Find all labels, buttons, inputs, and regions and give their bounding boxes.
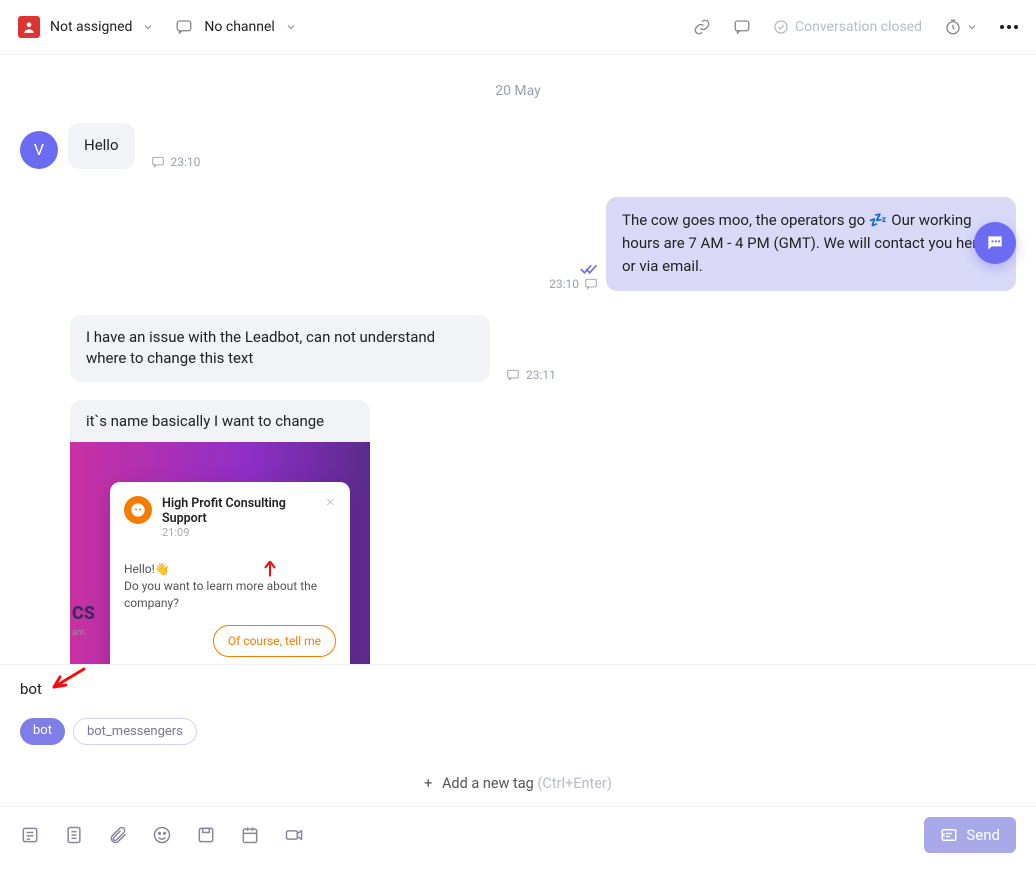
bot-avatar-icon: [124, 496, 152, 524]
tag-suggestion[interactable]: bot_messengers: [73, 718, 197, 745]
closed-label: Conversation closed: [795, 19, 922, 35]
chat-area: 20 May V Hello 23:10 23:10 The cow goes …: [0, 55, 1036, 665]
widget-body: Hello!👋 Do you want to learn more about …: [124, 561, 336, 611]
plus-icon: +: [424, 775, 432, 792]
add-tag-label: Add a new tag: [442, 775, 534, 792]
send-button[interactable]: Send: [924, 817, 1016, 853]
article-icon[interactable]: [64, 825, 84, 845]
widget-title: High Profit Consulting Support: [162, 496, 315, 526]
message-time: 23:11: [526, 368, 556, 382]
add-tag-row[interactable]: + Add a new tag (Ctrl+Enter): [0, 753, 1036, 807]
close-icon: [325, 496, 336, 508]
send-label: Send: [966, 826, 1000, 844]
assignee-icon: [18, 16, 40, 38]
message-bubble: it`s name basically I want to change: [70, 400, 370, 442]
snooze-dropdown[interactable]: [944, 18, 978, 36]
tag-input[interactable]: [20, 680, 1016, 698]
message-row: V Hello 23:10: [20, 123, 1016, 169]
clock-icon: [944, 18, 962, 36]
video-icon[interactable]: [284, 825, 304, 845]
comment-icon: [151, 155, 165, 169]
message-meta: 23:10: [151, 155, 201, 169]
assignee-label: Not assigned: [50, 19, 132, 35]
message-bubble: Hello: [68, 123, 135, 169]
composer: Send: [0, 807, 1036, 863]
chat-icon[interactable]: [733, 18, 751, 36]
logo-fragment: CSarn: [72, 606, 95, 638]
note-icon[interactable]: [20, 825, 40, 845]
read-checks-icon: [580, 263, 598, 275]
outgoing-meta: 23:10: [549, 263, 598, 291]
template-icon[interactable]: [196, 825, 216, 845]
widget-button: Of course, tell me: [213, 625, 336, 657]
attachment-icon[interactable]: [108, 825, 128, 845]
assignee-dropdown[interactable]: Not assigned: [18, 16, 154, 38]
annotation-arrow-icon: [260, 558, 280, 578]
message-with-attachment: it`s name basically I want to change CSa…: [70, 400, 1016, 665]
topbar: Not assigned No channel Conversation clo…: [0, 0, 1036, 55]
chat-fab[interactable]: [974, 222, 1016, 264]
outgoing-time: 23:10: [549, 277, 579, 291]
channel-icon: [174, 18, 194, 36]
widget-time: 21:09: [162, 526, 315, 539]
calendar-icon[interactable]: [240, 825, 260, 845]
chat-widget-preview: High Profit Consulting Support 21:09 Hel…: [110, 482, 350, 665]
attached-image[interactable]: CSarn High Profit Consulting Support 21:…: [70, 442, 370, 665]
message-time: 23:10: [171, 155, 201, 169]
channel-label: No channel: [204, 19, 274, 35]
tag-suggestion-selected[interactable]: bot: [20, 718, 65, 745]
link-icon[interactable]: [693, 18, 711, 36]
date-separator: 20 May: [20, 55, 1016, 123]
chevron-down-icon: [142, 21, 154, 33]
chat-bubble-icon: [985, 233, 1005, 253]
check-circle-icon: [773, 19, 789, 35]
emoji-icon[interactable]: [152, 825, 172, 845]
comment-icon: [584, 277, 598, 291]
add-tag-hint: (Ctrl+Enter): [537, 775, 611, 792]
outgoing-row: 23:10 The cow goes moo, the operators go…: [20, 197, 1016, 291]
more-menu[interactable]: [1000, 25, 1018, 29]
chevron-down-icon: [966, 21, 978, 33]
outgoing-bubble: The cow goes moo, the operators go 💤 Our…: [606, 197, 1016, 291]
send-icon: [940, 826, 958, 844]
conversation-closed[interactable]: Conversation closed: [773, 19, 922, 35]
chevron-down-icon: [285, 21, 297, 33]
tag-input-section: bot bot_messengers: [0, 665, 1036, 753]
comment-icon: [506, 368, 520, 382]
message-meta: 23:11: [506, 368, 556, 382]
message-bubble: I have an issue with the Leadbot, can no…: [70, 315, 490, 383]
channel-dropdown[interactable]: No channel: [174, 18, 296, 36]
avatar: V: [20, 131, 58, 169]
